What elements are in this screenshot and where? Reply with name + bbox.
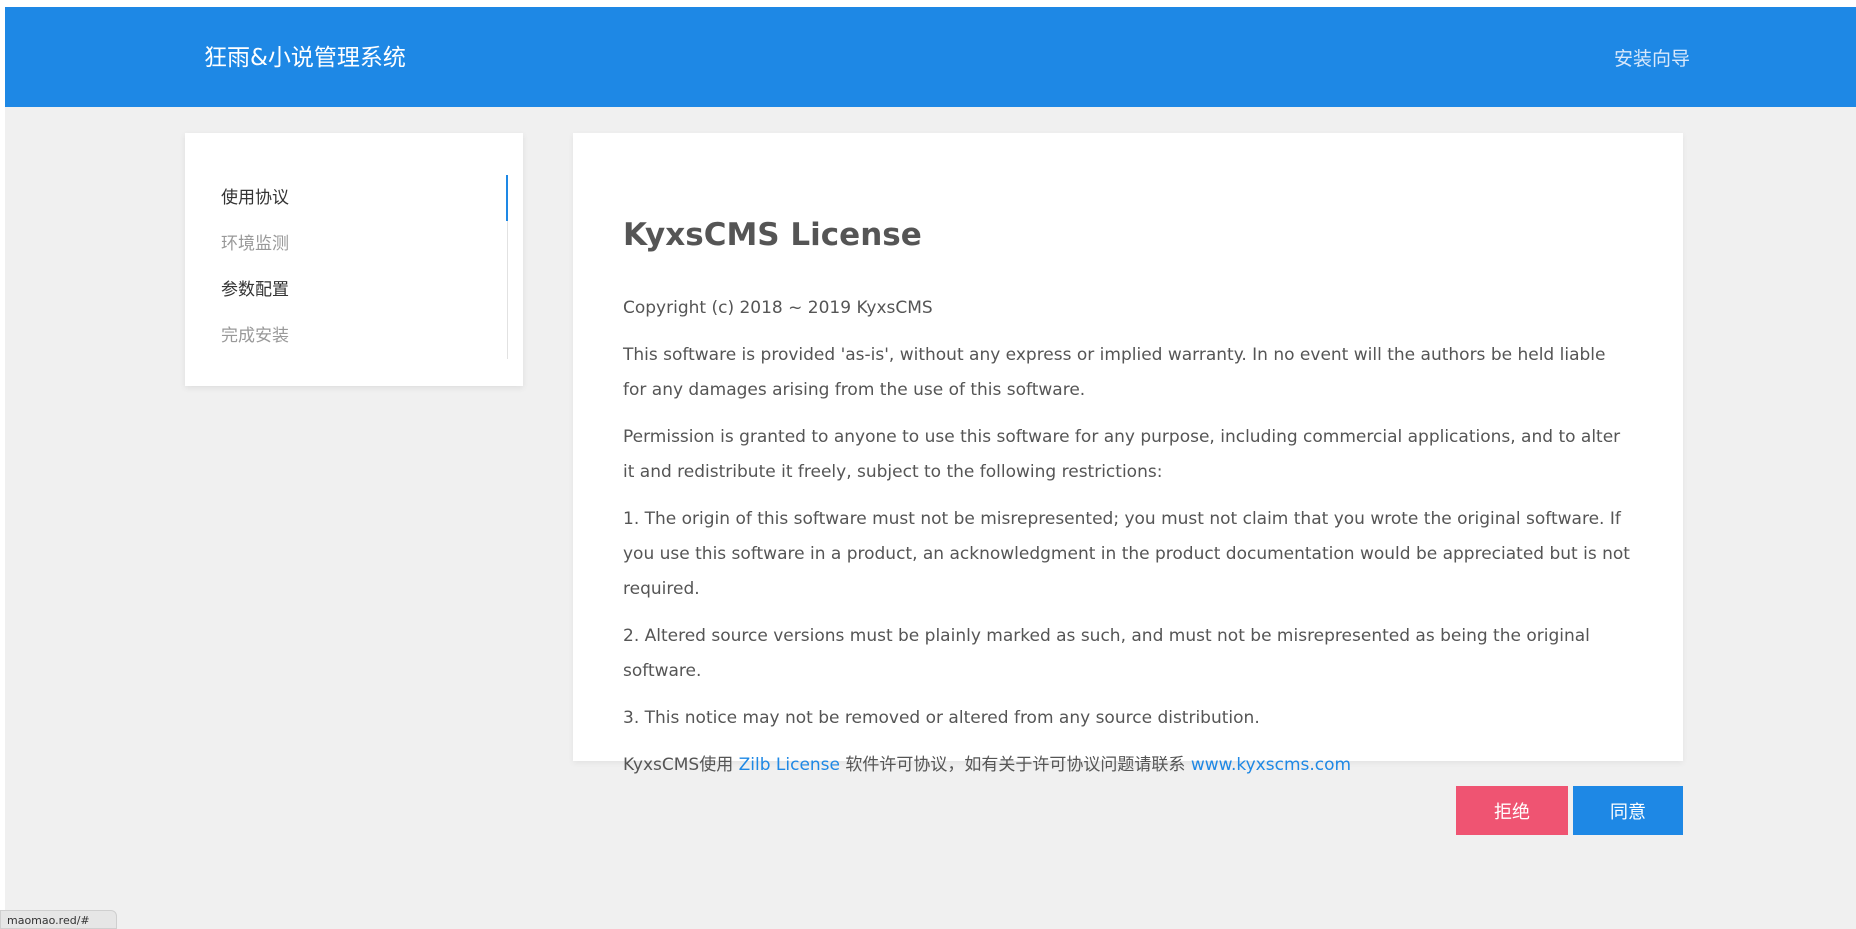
license-restriction-1: 1. The origin of this software must not … [623,509,1630,599]
license-footer: KyxsCMS使用 Zilb License 软件许可协议，如有关于许可协议问题… [623,748,1633,783]
browser-viewport: 狂雨&小说管理系统 安装向导 使用协议 环境监测 参数配置 完成安装 KyxsC… [5,7,1856,929]
install-steps-list: 使用协议 环境监测 参数配置 完成安装 [221,175,508,359]
install-guide-link[interactable]: 安装向导 [1614,45,1690,73]
license-title: KyxsCMS License [623,217,922,253]
license-panel: KyxsCMS License Copyright (c) 2018 ~ 201… [573,133,1683,775]
license-restriction-3: 3. This notice may not be removed or alt… [623,708,1260,728]
license-paragraph-permission: Permission is granted to anyone to use t… [623,427,1621,482]
link-status-bar: maomao.red/# [0,910,117,929]
agree-button[interactable]: 同意 [1573,786,1683,835]
license-paragraph-warranty: This software is provided 'as-is', witho… [623,345,1606,400]
brand-title: 狂雨&小说管理系统 [204,45,406,71]
license-text: Copyright (c) 2018 ~ 2019 KyxsCMS This s… [623,291,1633,795]
license-footer-prefix: KyxsCMS使用 [623,755,739,775]
step-license-agreement[interactable]: 使用协议 [221,175,508,221]
kyxscms-website-link[interactable]: www.kyxscms.com [1191,755,1351,775]
license-restriction-2: 2. Altered source versions must be plain… [623,626,1590,681]
step-environment-check[interactable]: 环境监测 [221,221,507,267]
license-copyright: Copyright (c) 2018 ~ 2019 KyxsCMS [623,298,933,318]
top-header: 狂雨&小说管理系统 安装向导 [5,7,1856,107]
zilb-license-link[interactable]: Zilb License [739,755,840,775]
step-parameter-config[interactable]: 参数配置 [221,267,507,313]
license-footer-middle: 软件许可协议，如有关于许可协议问题请联系 [840,755,1191,775]
install-steps-panel: 使用协议 环境监测 参数配置 完成安装 [185,133,523,386]
reject-button[interactable]: 拒绝 [1456,786,1568,835]
step-finish-install[interactable]: 完成安装 [221,313,507,359]
